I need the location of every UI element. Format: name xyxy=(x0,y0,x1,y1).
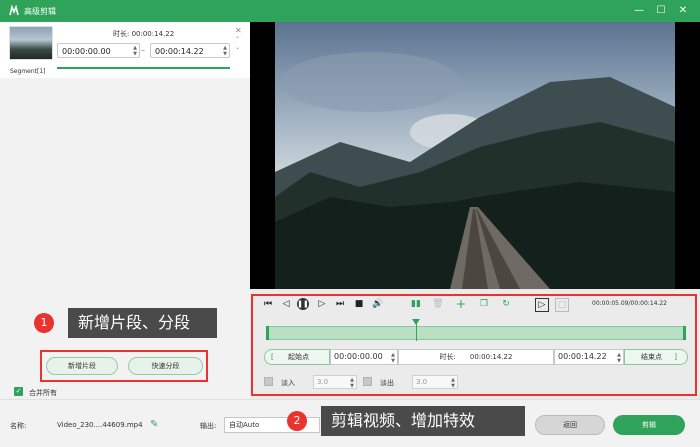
time-separator: – xyxy=(141,46,145,55)
segment-thumbnail[interactable] xyxy=(9,26,53,60)
output-label: 输出: xyxy=(200,422,217,430)
fade-out-label: 淡出 xyxy=(380,379,394,387)
segment-progress-bar xyxy=(57,67,230,69)
back-button[interactable]: 返回 xyxy=(535,415,605,435)
minimize-icon[interactable]: — xyxy=(632,4,646,18)
length-display: 时长: 00:00:14.22 xyxy=(398,349,554,365)
fade-out-checkbox[interactable] xyxy=(363,377,372,386)
set-start-button[interactable]: [ 起始点 xyxy=(264,349,330,365)
file-name: Video_230....44609.mp4 xyxy=(57,421,143,429)
step-back-icon[interactable]: ◁ xyxy=(280,298,292,310)
app-logo-icon xyxy=(9,5,19,16)
play-segment-icon[interactable]: ▷ xyxy=(535,298,549,312)
segment-duration: 时长: 00:00:14.22 xyxy=(113,30,175,38)
timeline-start-handle[interactable] xyxy=(266,326,269,340)
volume-icon[interactable]: 🔊 xyxy=(372,298,384,310)
video-preview xyxy=(250,22,700,289)
skip-start-icon[interactable]: ⏮ xyxy=(262,298,274,310)
pause-icon[interactable]: ❚❚ xyxy=(297,298,309,310)
fade-out-field[interactable]: 3.0 ▲ ▼ xyxy=(412,375,458,389)
merge-all-label: 合并所有 xyxy=(29,389,57,397)
new-segment-button[interactable]: 新增片段 xyxy=(46,357,118,375)
callout-1-badge: 1 xyxy=(34,313,54,333)
preview-frame xyxy=(250,22,700,289)
split-icon[interactable]: ▮▮ xyxy=(410,298,422,310)
set-end-button[interactable]: 结束点 ] xyxy=(624,349,688,365)
fade-in-field[interactable]: 3.0 ▲ ▼ xyxy=(313,375,357,389)
move-down-icon[interactable]: ⌄ xyxy=(235,44,240,51)
timeline-track[interactable] xyxy=(266,326,686,340)
edit-name-icon[interactable]: ✎ xyxy=(150,419,158,430)
fade-in-label: 淡入 xyxy=(281,379,295,387)
time-readout: 00:00:05.09/00:00:14.22 xyxy=(592,300,667,307)
playhead-marker[interactable] xyxy=(412,319,420,325)
segment-label: Segment[1] xyxy=(10,68,46,75)
close-icon[interactable]: ✕ xyxy=(676,4,690,18)
delete-icon[interactable]: 🗑 xyxy=(432,298,444,310)
rotate-icon[interactable]: ↻ xyxy=(500,298,512,310)
loop-icon[interactable]: ▢ xyxy=(555,298,569,312)
name-label: 名称: xyxy=(10,422,27,430)
timeline-end-handle[interactable] xyxy=(683,326,686,340)
quick-split-button[interactable]: 快速分段 xyxy=(128,357,203,375)
start-point-field[interactable]: 00:00:00.00 ▲ ▼ xyxy=(330,349,398,365)
merge-all-checkbox[interactable]: ✓ xyxy=(14,387,23,396)
callout-2-badge: 2 xyxy=(287,411,307,431)
add-icon[interactable]: + xyxy=(455,298,467,310)
callout-1-text: 新增片段、分段 xyxy=(68,308,217,338)
title-bar: 高级剪辑 — ☐ ✕ xyxy=(0,0,700,22)
maximize-icon[interactable]: ☐ xyxy=(654,4,668,18)
segment-end-time-field[interactable]: 00:00:14.22 ▲ ▼ xyxy=(150,43,230,58)
copy-icon[interactable]: ❐ xyxy=(478,298,490,310)
stop-icon[interactable]: ■ xyxy=(353,298,365,310)
move-up-icon[interactable]: ⌃ xyxy=(235,36,240,43)
callout-2-text: 剪辑视频、增加特效 xyxy=(321,406,525,436)
end-point-field[interactable]: 00:00:14.22 ▲ ▼ xyxy=(554,349,624,365)
segment-start-time-field[interactable]: 00:00:00.00 ▲ ▼ xyxy=(57,43,140,58)
fade-in-checkbox[interactable] xyxy=(264,377,273,386)
cut-button[interactable]: 剪辑 xyxy=(613,415,685,435)
window-title: 高级剪辑 xyxy=(24,7,56,16)
step-forward-icon[interactable]: ▷ xyxy=(316,298,328,310)
delete-segment-icon[interactable]: ✕ xyxy=(235,26,242,35)
skip-end-icon[interactable]: ⏭ xyxy=(334,298,346,310)
